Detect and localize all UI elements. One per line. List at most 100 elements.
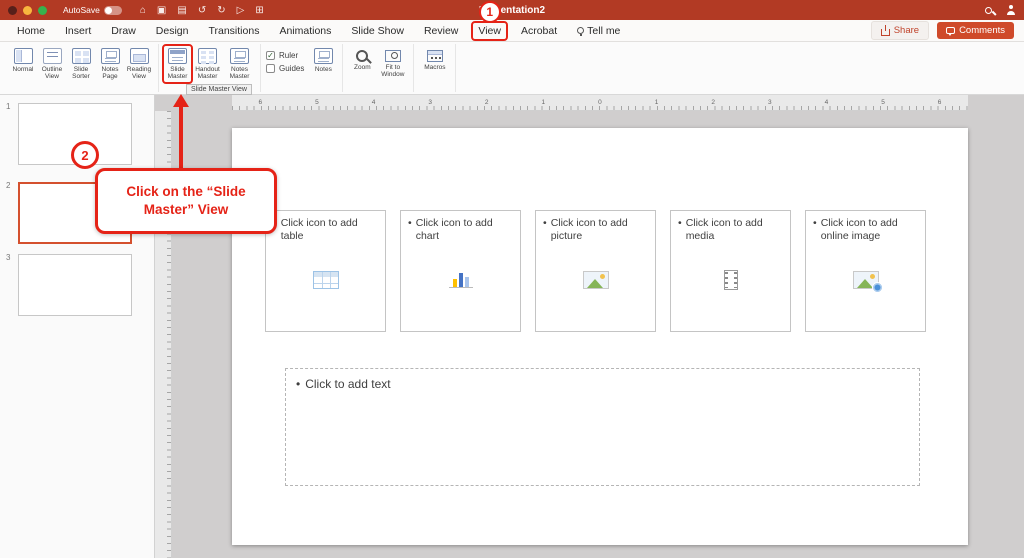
autosave-control[interactable]: AutoSave <box>63 5 122 15</box>
slide-editing-area: • Click icon to add table • Click icon t… <box>232 128 968 545</box>
table-icon[interactable] <box>313 271 339 289</box>
notes-label: Notes <box>315 66 332 73</box>
tab-design[interactable]: Design <box>149 21 196 41</box>
tab-insert[interactable]: Insert <box>58 21 98 41</box>
user-account-icon[interactable] <box>1006 5 1016 15</box>
placeholder-picture-label: Click icon to add picture <box>551 217 648 243</box>
bullet-glyph: • <box>408 217 412 243</box>
notes-page-label: Notes Page <box>96 66 124 81</box>
slide-thumbnail-2[interactable] <box>18 182 132 244</box>
slide-sorter-icon <box>72 48 91 64</box>
ruler-label: 4 <box>345 99 402 106</box>
normal-view-label: Normal <box>13 66 34 73</box>
macros-label: Macros <box>424 64 445 71</box>
close-window-button[interactable] <box>8 6 17 15</box>
search-icon[interactable] <box>985 7 992 14</box>
ruler-label: 3 <box>402 99 459 106</box>
tell-me-label: Tell me <box>587 25 620 37</box>
fit-to-window-label: Fit to Window <box>377 64 408 79</box>
placeholder-table-label: Click icon to add table <box>281 217 378 243</box>
redo-icon[interactable]: ↻ <box>217 5 225 16</box>
editing-canvas: 6 5 4 3 2 1 0 1 2 3 4 5 6 • Click icon t… <box>155 95 1024 558</box>
picture-icon[interactable] <box>583 271 609 289</box>
reading-view-label: Reading View <box>125 66 153 81</box>
ruler-label: 0 <box>572 99 629 106</box>
tab-tell-me[interactable]: Tell me <box>570 21 627 41</box>
undo-icon[interactable]: ↺ <box>198 5 206 16</box>
slide-sorter-button[interactable]: Slide Sorter <box>67 46 95 81</box>
fit-to-window-icon <box>385 50 401 62</box>
macros-button[interactable]: Macros <box>419 46 450 71</box>
maximize-window-button[interactable] <box>38 6 47 15</box>
online-image-icon[interactable] <box>853 271 879 289</box>
comments-label: Comments <box>959 25 1005 36</box>
placeholder-media[interactable]: • Click icon to add media <box>670 210 791 332</box>
tab-view[interactable]: View 1 <box>471 21 508 41</box>
notes-page-icon <box>101 48 120 64</box>
placeholder-online-image[interactable]: • Click icon to add online image <box>805 210 926 332</box>
notes-icon <box>314 48 333 64</box>
placeholder-picture[interactable]: • Click icon to add picture <box>535 210 656 332</box>
placeholder-table[interactable]: • Click icon to add table <box>265 210 386 332</box>
play-slideshow-icon[interactable]: ▷ <box>237 5 245 16</box>
zoom-icon <box>356 50 368 62</box>
handout-master-button[interactable]: Handout Master <box>192 46 223 81</box>
slide-master-button[interactable]: Slide Master <box>162 44 193 84</box>
comments-button[interactable]: Comments <box>937 22 1014 39</box>
ruler-checkbox-row[interactable]: ✓ Ruler <box>266 51 304 60</box>
share-label: Share <box>894 25 919 36</box>
autosave-label: AutoSave <box>63 5 100 15</box>
slide-master-label: Slide Master <box>164 66 191 81</box>
vertical-ruler <box>155 111 172 558</box>
tab-animations[interactable]: Animations <box>272 21 338 41</box>
media-icon[interactable] <box>724 270 738 290</box>
ruler-label: 6 <box>232 99 289 106</box>
guides-checkbox[interactable] <box>266 64 275 73</box>
tab-home[interactable]: Home <box>10 21 52 41</box>
normal-view-icon <box>14 48 33 64</box>
minimize-window-button[interactable] <box>23 6 32 15</box>
home-icon[interactable]: ⌂ <box>140 5 146 16</box>
ruler-label: 4 <box>798 99 855 106</box>
placeholder-chart[interactable]: • Click icon to add chart <box>400 210 521 332</box>
tab-review[interactable]: Review <box>417 21 465 41</box>
chart-icon[interactable] <box>449 272 473 288</box>
zoom-button[interactable]: Zoom <box>348 46 376 71</box>
text-placeholder[interactable]: • Click to add text <box>285 368 920 486</box>
notes-master-icon <box>230 48 249 64</box>
notes-button[interactable]: Notes <box>309 46 337 73</box>
slide-thumbnail-3[interactable] <box>18 254 132 316</box>
slide-sorter-label: Slide Sorter <box>67 66 95 81</box>
quick-access-toolbar: ⌂ ▣ ▤ ↺ ↻ ▷ ⊞ <box>140 5 264 16</box>
reading-view-button[interactable]: Reading View <box>125 46 153 81</box>
fit-to-window-button[interactable]: Fit to Window <box>377 46 408 79</box>
save-icon[interactable]: ▣ <box>157 5 166 16</box>
guides-checkbox-row[interactable]: Guides <box>266 64 304 73</box>
placeholder-online-image-label: Click icon to add online image <box>821 217 918 243</box>
title-bar: AutoSave ⌂ ▣ ▤ ↺ ↻ ▷ ⊞ Presentation2 <box>0 0 1024 20</box>
outline-view-button[interactable]: Outline View <box>38 46 66 81</box>
notes-master-button[interactable]: Notes Master <box>224 46 255 81</box>
tab-acrobat[interactable]: Acrobat <box>514 21 564 41</box>
ruler-label: 2 <box>458 99 515 106</box>
tab-draw[interactable]: Draw <box>104 21 143 41</box>
ruler-checkbox[interactable]: ✓ <box>266 51 275 60</box>
handout-master-label: Handout Master <box>192 66 223 81</box>
guides-checkbox-label: Guides <box>279 64 304 73</box>
print-icon[interactable]: ▤ <box>177 5 186 16</box>
share-button[interactable]: Share <box>871 21 929 40</box>
tab-transitions[interactable]: Transitions <box>201 21 266 41</box>
normal-view-button[interactable]: Normal <box>9 46 37 73</box>
ruler-label: 5 <box>855 99 912 106</box>
share-icon <box>881 29 890 36</box>
customize-toolbar-icon[interactable]: ⊞ <box>255 5 263 16</box>
globe-icon <box>872 282 883 293</box>
bullet-glyph: • <box>543 217 547 243</box>
slide-thumbnail-1[interactable] <box>18 103 132 165</box>
notes-page-button[interactable]: Notes Page <box>96 46 124 81</box>
autosave-toggle[interactable] <box>104 6 122 15</box>
ruler-label: 6 <box>911 99 968 106</box>
tab-slide-show[interactable]: Slide Show <box>344 21 411 41</box>
presentation-views-group: Normal Outline View Slide Sorter Notes P… <box>4 44 159 92</box>
ribbon-tabs: Home Insert Draw Design Transitions Anim… <box>10 21 627 41</box>
